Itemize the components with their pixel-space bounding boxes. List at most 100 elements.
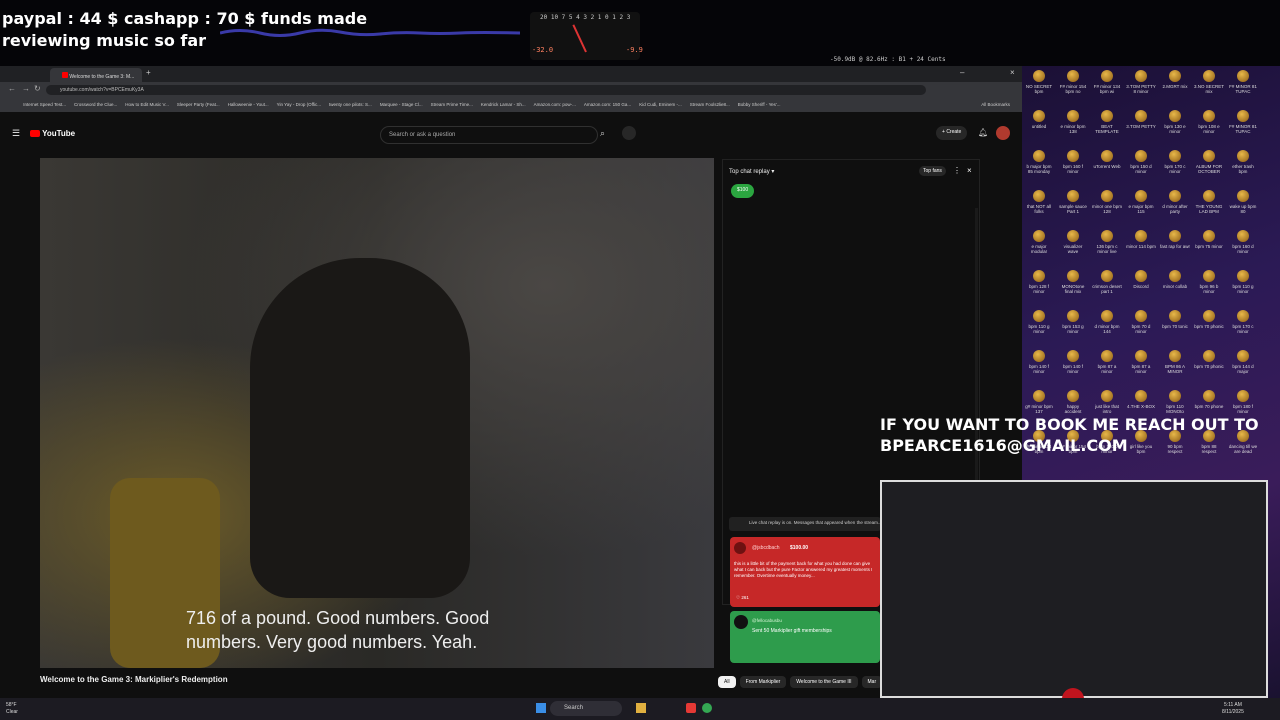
desktop-file-icon[interactable]: 136 bpm c minor live <box>1092 230 1122 254</box>
desktop-file-icon[interactable]: bpm 108 e minor <box>1194 110 1224 134</box>
desktop-file-icon[interactable]: d minor after party <box>1160 190 1190 214</box>
desktop-file-icon[interactable]: visualizer wave <box>1058 230 1088 254</box>
desktop-file-icon[interactable]: bpm 75 minor <box>1194 230 1224 249</box>
desktop-file-icon[interactable]: BPM 86 A MINOR <box>1160 350 1190 374</box>
top-fans-chip[interactable]: Top fans <box>919 166 946 176</box>
youtube-logo[interactable]: YouTube <box>30 129 75 138</box>
desktop-file-icon[interactable]: F# MINOR 81 TUPAC <box>1228 110 1258 134</box>
desktop-file-icon[interactable]: 3.TOM PETTY <box>1126 110 1156 129</box>
desktop-file-icon[interactable]: ether trash bpm <box>1228 150 1258 174</box>
desktop-file-icon[interactable]: e minor bpm 138 <box>1058 110 1088 134</box>
chrome-icon[interactable] <box>702 703 712 713</box>
desktop-file-icon[interactable]: bpm 160 d minor <box>1228 230 1258 254</box>
bookmark-item[interactable]: Stream Fools2lie8... <box>690 102 730 107</box>
desktop-file-icon[interactable]: bpm 110 g minor <box>1024 310 1054 334</box>
bookmark-item[interactable]: Bobby Sheriff - Yes'... <box>738 102 781 107</box>
desktop-file-icon[interactable]: bpm 70 phone <box>1194 390 1224 409</box>
desktop-file-icon[interactable]: uTorrent Web <box>1092 150 1122 169</box>
bookmark-item[interactable]: Kendrick Lamar - Sh... <box>481 102 526 107</box>
desktop-file-icon[interactable]: bpm 87 a minor <box>1092 350 1122 374</box>
weather-widget[interactable]: 58°F Clear <box>6 702 18 716</box>
bookmark-item[interactable]: Halloweenie - Yout... <box>228 102 269 107</box>
desktop-file-icon[interactable]: bpm 70 tonic <box>1160 310 1190 329</box>
desktop-file-icon[interactable]: bpm 87 a minor <box>1126 350 1156 374</box>
bookmark-item[interactable]: Kid Cudi, Eminem -... <box>639 102 682 107</box>
desktop-file-icon[interactable]: happy accident <box>1058 390 1088 414</box>
bookmark-item[interactable]: Amazon.com: pow-... <box>534 102 576 107</box>
minimize-icon[interactable]: – <box>960 68 964 77</box>
desktop-file-icon[interactable]: that NOT all folks <box>1024 190 1054 214</box>
supporter-badge[interactable]: $100 <box>731 184 755 198</box>
desktop-file-icon[interactable]: bpm 110 MONOto <box>1160 390 1190 414</box>
desktop-file-icon[interactable]: bpm 153 g minor <box>1058 310 1088 334</box>
windows-start-icon[interactable] <box>536 703 546 713</box>
desktop-file-icon[interactable]: 2.MGRT mix <box>1160 70 1190 89</box>
desktop-file-icon[interactable]: bpm 70 d minor <box>1126 310 1156 334</box>
desktop-file-icon[interactable]: fast rap for awr <box>1160 230 1190 249</box>
desktop-file-icon[interactable]: e major modular <box>1024 230 1054 254</box>
desktop-file-icon[interactable]: bpm 110 g minor <box>1228 270 1258 294</box>
close-chat-icon[interactable]: × <box>967 166 972 175</box>
avatar[interactable] <box>996 126 1010 140</box>
bookmark-item[interactable]: Marquee - Stage Cl... <box>380 102 423 107</box>
create-button[interactable]: + Create <box>936 126 968 140</box>
video-player[interactable]: 716 of a pound. Good numbers. Good numbe… <box>40 158 714 668</box>
desktop-file-icon[interactable]: bpm 140 f minor <box>1058 350 1088 374</box>
desktop-file-icon[interactable]: bpm 180 f minor <box>1228 390 1258 414</box>
desktop-file-icon[interactable]: minor collab <box>1160 270 1190 289</box>
desktop-file-icon[interactable]: d minor bpm 144 <box>1092 310 1122 334</box>
desktop-file-icon[interactable]: F# minor 154 bpm no <box>1058 70 1088 94</box>
desktop-file-icon[interactable]: bpm 150 d minor <box>1126 150 1156 174</box>
filter-chip[interactable]: All <box>718 676 736 688</box>
bookmark-item[interactable]: How to Edit Music V... <box>125 102 169 107</box>
desktop-file-icon[interactable]: bpm 144 d major <box>1228 350 1258 374</box>
desktop-file-icon[interactable]: crimson desert part 1 <box>1092 270 1122 294</box>
bookmark-item[interactable]: Crossword the Clue... <box>74 102 117 107</box>
desktop-file-icon[interactable]: Discord <box>1126 270 1156 289</box>
microphone-icon[interactable] <box>622 126 636 140</box>
all-bookmarks-link[interactable]: All Bookmarks <box>981 102 1010 107</box>
desktop-file-icon[interactable]: untitled <box>1024 110 1054 129</box>
desktop-file-icon[interactable]: e major bpm 115 <box>1126 190 1156 214</box>
bookmark-item[interactable]: Stream Prime Time... <box>431 102 473 107</box>
chat-header[interactable]: Top chat replay ▾ <box>729 168 774 175</box>
close-window-icon[interactable]: × <box>1010 68 1015 77</box>
desktop-file-icon[interactable]: MONOtone final mix <box>1058 270 1088 294</box>
bookmark-item[interactable]: Internet Speed Test... <box>23 102 66 107</box>
youtube-taskbar-icon[interactable] <box>686 703 696 713</box>
desktop-file-icon[interactable]: F# minor 134 bpm wi <box>1092 70 1122 94</box>
reload-icon[interactable]: ↻ <box>34 84 41 93</box>
desktop-file-icon[interactable]: F# MINOR 81 TUPAC <box>1228 70 1258 94</box>
desktop-file-icon[interactable]: bpm 170 c minor <box>1160 150 1190 174</box>
filter-chip[interactable]: Welcome to the Game III <box>790 676 858 688</box>
desktop-file-icon[interactable]: 3.TOM PETTY 8 minor <box>1126 70 1156 94</box>
desktop-file-icon[interactable]: b major bpm 85 monday <box>1024 150 1054 174</box>
desktop-file-icon[interactable]: minor 114 bpm <box>1126 230 1156 249</box>
desktop-file-icon[interactable]: bpm 170 c minor <box>1228 310 1258 334</box>
desktop-file-icon[interactable]: BEAT TEMPLATE <box>1092 110 1122 134</box>
bell-icon[interactable]: 🔔︎ <box>978 128 988 137</box>
new-tab-icon[interactable]: + <box>146 68 151 77</box>
clock[interactable]: 5:11 AM 8/11/2025 <box>1222 702 1244 716</box>
forward-icon[interactable]: → <box>22 84 30 93</box>
url-field[interactable]: youtube.com/watch?v=BPCEmuKy3A <box>46 85 926 95</box>
bookmark-item[interactable]: Sleeper Party (Feat... <box>177 102 220 107</box>
desktop-file-icon[interactable]: THE YOUNG LAD BPM <box>1194 190 1224 214</box>
desktop-file-icon[interactable]: bpm 70 phonic <box>1194 350 1224 369</box>
back-icon[interactable]: ← <box>8 84 16 93</box>
taskbar-search[interactable]: Search <box>550 701 622 716</box>
menu-icon[interactable]: ☰ <box>12 128 20 139</box>
more-options-icon[interactable]: ⋮ <box>953 166 961 175</box>
desktop-file-icon[interactable]: 4.THE X-BOX <box>1126 390 1156 409</box>
desktop-file-icon[interactable]: ALBUM FOR OCTOBER <box>1194 150 1224 174</box>
bookmark-item[interactable]: Amazon.com: 150 Ga... <box>584 102 631 107</box>
search-icon[interactable]: ⌕ <box>600 128 605 139</box>
tab-youtube[interactable]: Welcome to the Game 3: M... <box>50 68 142 82</box>
desktop-file-icon[interactable]: sample sauce Part 1 <box>1058 190 1088 214</box>
desktop-file-icon[interactable]: minor one bpm 128 <box>1092 190 1122 214</box>
desktop-file-icon[interactable]: wake up bpm 80 <box>1228 190 1258 214</box>
desktop-file-icon[interactable]: bpm 130 e minor <box>1160 110 1190 134</box>
file-explorer-icon[interactable] <box>636 703 646 713</box>
desktop-file-icon[interactable]: bpm 160 f minor <box>1058 150 1088 174</box>
desktop-file-icon[interactable]: bpm 96 b minor <box>1194 270 1224 294</box>
